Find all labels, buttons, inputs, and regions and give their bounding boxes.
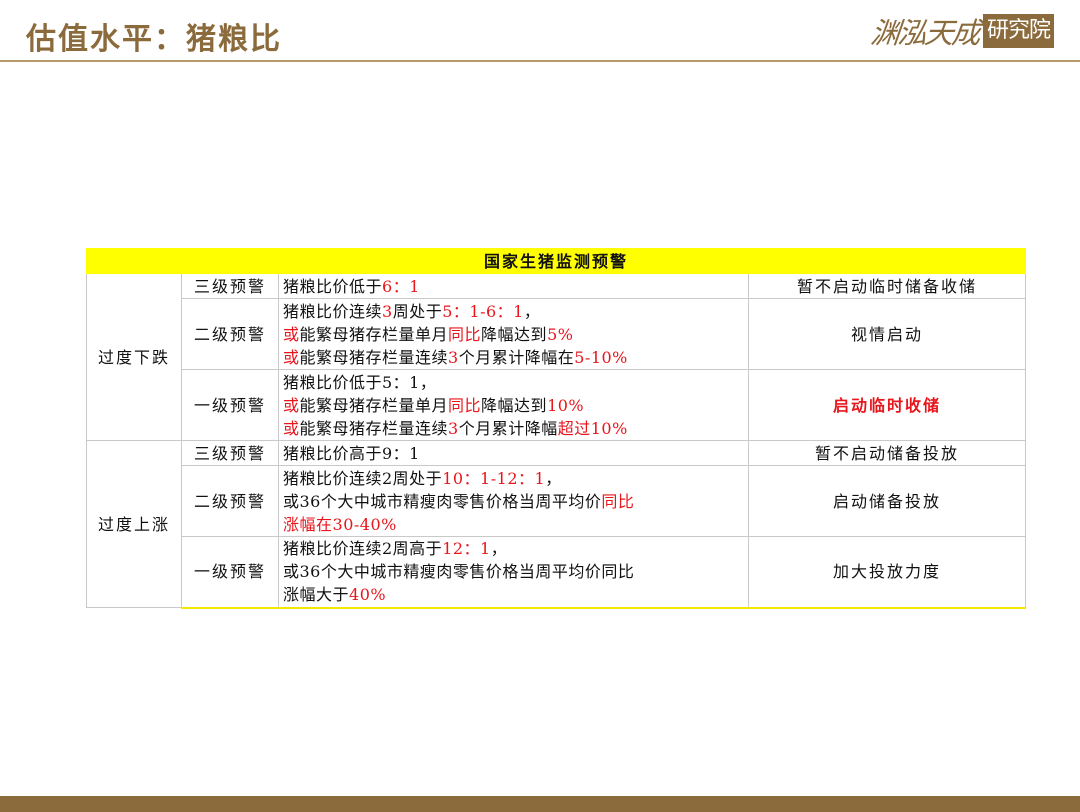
highlight-text: 10%: [547, 395, 585, 415]
condition-text: 猪粮比价连续2周高于: [283, 539, 443, 559]
condition-line: 涨幅大于40%: [283, 583, 744, 606]
condition-text: 个月累计降幅: [458, 418, 558, 438]
condition-line: 或能繁母猪存栏量单月同比降幅达到5%: [283, 323, 744, 346]
condition-text: 能繁母猪存栏量连续: [299, 347, 449, 367]
page-title: 估值水平：猪粮比: [26, 22, 282, 57]
condition-text: 降幅达到: [481, 395, 548, 415]
condition-text: ，: [545, 468, 562, 488]
response-action: 启动临时收储: [747, 369, 1027, 441]
logo-script-text: 渊泓天成: [868, 16, 981, 50]
highlight-text: 10%: [590, 418, 628, 438]
response-action: 启动储备投放: [747, 465, 1027, 537]
group-label: 过度上涨: [86, 440, 182, 608]
response-action: 暂不启动临时储备收储: [747, 273, 1027, 299]
warning-level: 三级预警: [181, 440, 279, 466]
warning-level: 二级预警: [181, 298, 279, 370]
condition-line: 猪粮比价连续3周处于5：1-6：1，: [283, 300, 744, 323]
condition-text: 猪粮比价连续2周处于: [283, 468, 443, 488]
condition-line: 或能繁母猪存栏量连续3个月累计降幅超过10%: [283, 417, 744, 440]
warning-level: 二级预警: [181, 465, 279, 537]
condition-line: 猪粮比价低于5：1，: [283, 371, 744, 394]
warning-condition: 猪粮比价连续2周处于10：1-12：1， 或36个大中城市精瘦肉零售价格当周平均价…: [278, 465, 749, 537]
table-row: 一级预警 猪粮比价连续2周高于12：1， 或36个大中城市精瘦肉零售价格当周平均价同…: [87, 536, 1027, 609]
condition-text: 猪粮比价高于9：1: [283, 443, 420, 463]
highlight-text: 或: [283, 395, 300, 415]
condition-text: 猪粮比价低于: [283, 276, 383, 296]
highlight-text: 同比: [448, 324, 482, 344]
response-action: 视情启动: [747, 298, 1027, 370]
condition-text: ，: [523, 301, 541, 321]
warning-condition: 猪粮比价低于5：1， 或能繁母猪存栏量单月同比降幅达到10% 或能繁母猪存栏量连续3…: [278, 369, 749, 441]
highlight-text: 同比: [601, 491, 635, 511]
highlight-text: 3: [448, 418, 459, 438]
condition-line: 涨幅在30-40%: [283, 513, 744, 536]
condition-text: 猪粮比价低于5：1，: [283, 372, 437, 392]
warning-condition: 猪粮比价连续2周高于12：1， 或36个大中城市精瘦肉零售价格当周平均价同比 涨幅大…: [278, 536, 749, 609]
condition-text: 能繁母猪存栏量单月: [299, 395, 449, 415]
condition-line: 或能繁母猪存栏量单月同比降幅达到10%: [283, 394, 744, 417]
condition-text: ，: [490, 539, 508, 559]
warning-level: 一级预警: [181, 369, 279, 441]
response-action: 暂不启动储备投放: [747, 440, 1027, 466]
highlight-text: 超过: [557, 418, 591, 438]
response-action: 加大投放力度: [747, 536, 1027, 609]
condition-text: 降幅达到: [481, 324, 548, 344]
highlight-text: 3: [448, 347, 459, 367]
highlight-text: 40%: [349, 585, 387, 605]
condition-text: 猪粮比价连续: [283, 301, 383, 321]
warning-condition: 猪粮比价低于6：1: [278, 273, 749, 299]
table-row: 过度下跌 三级预警 猪粮比价低于6：1 暂不启动临时储备收储: [86, 273, 1027, 441]
highlight-text: 3: [382, 301, 393, 321]
pig-monitoring-warning-table: 国家生猪监测预警 过度下跌 三级预警 猪粮比价低于6：1 暂不启动临时储备收储 二级预警…: [85, 248, 1027, 609]
warning-level: 三级预警: [181, 273, 279, 299]
condition-text: 周处于: [392, 301, 443, 321]
company-logo: 渊泓天成 研究院: [868, 12, 1054, 50]
condition-text: 或36个大中城市精瘦肉零售价格当周平均价同比: [283, 562, 635, 582]
highlight-text: 或: [283, 324, 300, 344]
highlight-text: 涨幅在: [283, 514, 333, 534]
highlight-text: 6：1: [382, 276, 420, 296]
highlight-text: 5：1-6：1: [442, 301, 524, 321]
logo-box-text: 研究院: [982, 14, 1054, 48]
highlight-text: 30-40%: [332, 514, 397, 534]
condition-line: 或能繁母猪存栏量连续3个月累计降幅在5-10%: [283, 346, 744, 369]
group-label: 过度下跌: [86, 273, 182, 441]
table-row: 一级预警 猪粮比价低于5：1， 或能繁母猪存栏量单月同比降幅达到10% 或能繁母猪存栏…: [87, 369, 1027, 441]
condition-line: 猪粮比价连续2周高于12：1，: [283, 537, 744, 560]
table-row: 二级预警 猪粮比价连续3周处于5：1-6：1， 或能繁母猪存栏量单月同比降幅达到5%…: [87, 298, 1027, 370]
bottom-band: [0, 796, 1080, 812]
warning-condition: 猪粮比价连续3周处于5：1-6：1， 或能繁母猪存栏量单月同比降幅达到5% 或能繁母…: [278, 298, 749, 370]
condition-line: 猪粮比价连续2周处于10：1-12：1，: [283, 467, 744, 490]
highlight-text: 同比: [448, 395, 482, 415]
table-header-row: 国家生猪监测预警: [85, 248, 1027, 274]
condition-text: 能繁母猪存栏量单月: [299, 324, 449, 344]
condition-text: 个月累计降幅在: [458, 347, 575, 367]
condition-line: 猪粮比价高于9：1: [283, 442, 744, 465]
condition-line: 猪粮比价低于6：1: [283, 275, 744, 298]
table-row: 过度上涨 三级预警 猪粮比价高于9：1 暂不启动储备投放: [86, 440, 1027, 608]
highlight-text: 12：1: [442, 539, 491, 559]
highlight-text: 或: [283, 418, 300, 438]
condition-text: 或36个大中城市精瘦肉零售价格当周平均价: [283, 491, 602, 511]
condition-line: 或36个大中城市精瘦肉零售价格当周平均价同比: [283, 560, 744, 583]
condition-text: 涨幅大于: [283, 585, 350, 605]
highlight-text: 5%: [547, 324, 574, 344]
warning-level: 一级预警: [181, 536, 279, 609]
condition-line: 或36个大中城市精瘦肉零售价格当周平均价同比: [283, 490, 744, 513]
highlight-text: 或: [283, 347, 300, 367]
table-header: 国家生猪监测预警: [85, 248, 1027, 274]
highlight-text: 5-10%: [574, 347, 628, 367]
highlight-text: 10：1-12：1: [442, 468, 546, 488]
condition-text: 能繁母猪存栏量连续: [299, 418, 449, 438]
title-divider: [0, 60, 1080, 62]
table-row: 二级预警 猪粮比价连续2周处于10：1-12：1， 或36个大中城市精瘦肉零售价格当…: [87, 465, 1027, 537]
warning-condition: 猪粮比价高于9：1: [278, 440, 749, 466]
